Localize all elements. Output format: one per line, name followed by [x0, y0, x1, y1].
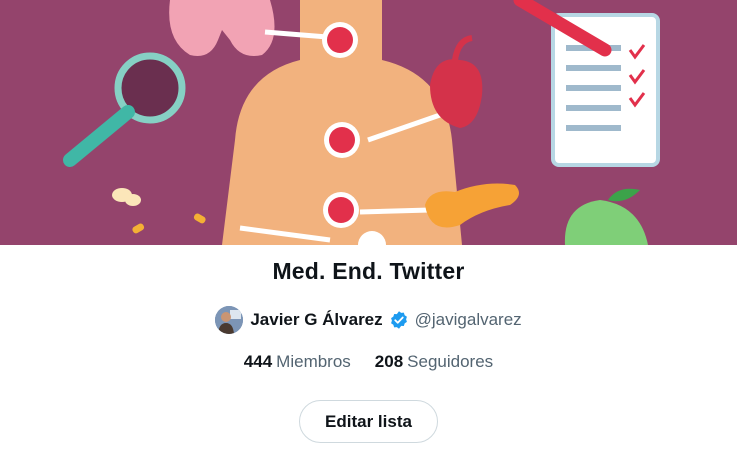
list-owner[interactable]: Javier G Álvarez @javigalvarez	[0, 304, 737, 336]
user-avatar-icon	[215, 306, 244, 334]
members-stat[interactable]: 444 Miembros	[244, 352, 351, 372]
pills-icon	[112, 188, 206, 234]
members-label: Miembros	[276, 352, 351, 371]
magnifier-icon	[63, 52, 186, 167]
thyroid-icon	[169, 0, 275, 56]
owner-name[interactable]: Javier G Álvarez	[250, 310, 382, 330]
list-stats: 444 Miembros 208 Seguidores	[0, 352, 737, 372]
followers-count: 208	[374, 352, 404, 371]
endocrine-illustration	[63, 0, 660, 245]
followers-stat[interactable]: 208 Seguidores	[375, 352, 493, 372]
list-banner-image	[0, 0, 737, 245]
clipboard-icon	[551, 13, 660, 167]
members-count: 444	[243, 352, 273, 371]
edit-list-button[interactable]: Editar lista	[299, 400, 438, 443]
followers-label: Seguidores	[407, 352, 494, 371]
list-title: Med. End. Twitter	[272, 258, 465, 284]
verified-badge-icon	[389, 310, 409, 330]
owner-avatar[interactable]	[215, 306, 244, 334]
owner-handle[interactable]: @javigalvarez	[415, 310, 522, 330]
apple-icon	[564, 188, 648, 245]
